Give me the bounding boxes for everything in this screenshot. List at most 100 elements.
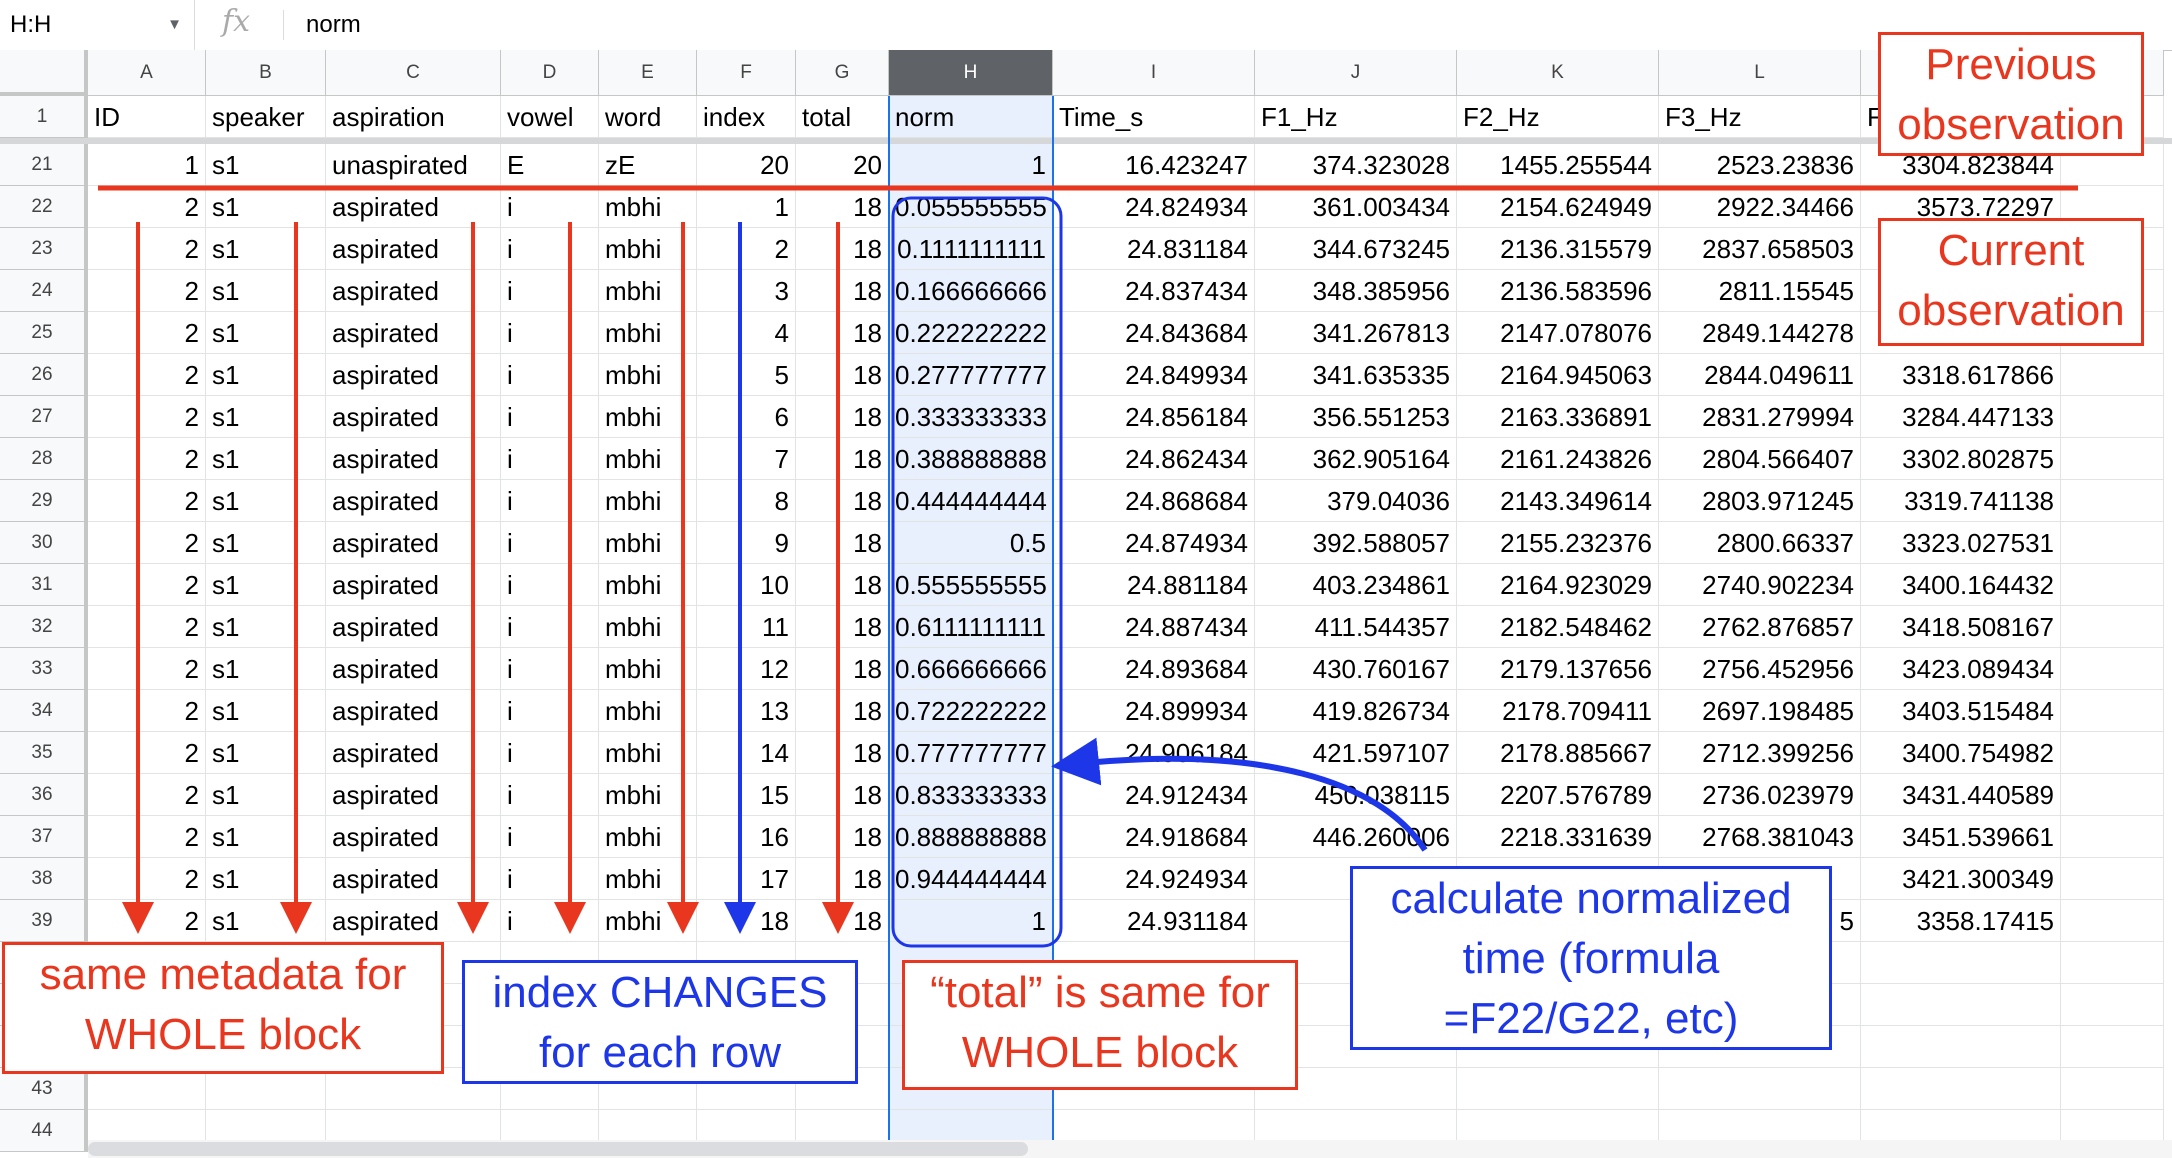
- table-cell[interactable]: 24.906184: [1053, 732, 1255, 774]
- table-cell[interactable]: s1: [206, 648, 326, 690]
- table-cell[interactable]: 16: [697, 816, 796, 858]
- table-cell[interactable]: 0.055555555: [889, 186, 1053, 228]
- table-cell[interactable]: mbhi: [599, 648, 697, 690]
- table-cell[interactable]: i: [501, 522, 599, 564]
- table-cell[interactable]: 2: [88, 816, 206, 858]
- table-cell[interactable]: [2061, 774, 2164, 816]
- table-cell[interactable]: 18: [796, 522, 889, 564]
- column-header-c[interactable]: C: [326, 50, 501, 96]
- table-cell[interactable]: i: [501, 774, 599, 816]
- table-cell[interactable]: 24.918684: [1053, 816, 1255, 858]
- table-cell[interactable]: 2136.583596: [1457, 270, 1659, 312]
- table-cell[interactable]: mbhi: [599, 438, 697, 480]
- table-cell[interactable]: 13: [697, 690, 796, 732]
- table-cell[interactable]: 15: [697, 774, 796, 816]
- table-cell[interactable]: mbhi: [599, 480, 697, 522]
- table-cell[interactable]: 362.905164: [1255, 438, 1457, 480]
- row-header[interactable]: 26: [0, 354, 88, 396]
- table-cell[interactable]: 1: [889, 900, 1053, 942]
- table-cell[interactable]: aspirated: [326, 354, 501, 396]
- column-title-cell[interactable]: F3_Hz: [1659, 96, 1861, 138]
- table-cell[interactable]: mbhi: [599, 606, 697, 648]
- table-cell[interactable]: [1861, 1068, 2061, 1110]
- table-cell[interactable]: s1: [206, 270, 326, 312]
- table-cell[interactable]: 2207.576789: [1457, 774, 1659, 816]
- table-cell[interactable]: 24.831184: [1053, 228, 1255, 270]
- column-title-cell[interactable]: F1_Hz: [1255, 96, 1457, 138]
- table-cell[interactable]: i: [501, 186, 599, 228]
- table-cell[interactable]: 0.333333333: [889, 396, 1053, 438]
- table-cell[interactable]: 2: [88, 648, 206, 690]
- table-cell[interactable]: aspirated: [326, 774, 501, 816]
- table-cell[interactable]: 4: [697, 312, 796, 354]
- table-cell[interactable]: 1: [697, 186, 796, 228]
- table-cell[interactable]: aspirated: [326, 690, 501, 732]
- table-cell[interactable]: E: [501, 144, 599, 186]
- table-cell[interactable]: 446.260006: [1255, 816, 1457, 858]
- table-cell[interactable]: 2: [88, 270, 206, 312]
- table-cell[interactable]: 2178.885667: [1457, 732, 1659, 774]
- table-cell[interactable]: [206, 1068, 326, 1110]
- table-cell[interactable]: 3451.539661: [1861, 816, 2061, 858]
- table-cell[interactable]: 2: [88, 732, 206, 774]
- table-cell[interactable]: 379.04036: [1255, 480, 1457, 522]
- column-header-k[interactable]: K: [1457, 50, 1659, 96]
- table-cell[interactable]: 344.673245: [1255, 228, 1457, 270]
- table-cell[interactable]: [2061, 480, 2164, 522]
- table-cell[interactable]: 24.856184: [1053, 396, 1255, 438]
- table-cell[interactable]: 2740.902234: [1659, 564, 1861, 606]
- table-cell[interactable]: 2803.971245: [1659, 480, 1861, 522]
- table-cell[interactable]: 3431.440589: [1861, 774, 2061, 816]
- table-cell[interactable]: aspirated: [326, 648, 501, 690]
- table-cell[interactable]: 6: [697, 396, 796, 438]
- table-cell[interactable]: 5: [697, 354, 796, 396]
- table-cell[interactable]: s1: [206, 732, 326, 774]
- table-cell[interactable]: 18: [796, 606, 889, 648]
- table-cell[interactable]: mbhi: [599, 186, 697, 228]
- table-cell[interactable]: [1861, 984, 2061, 1026]
- table-cell[interactable]: [1861, 942, 2061, 984]
- table-cell[interactable]: 2154.624949: [1457, 186, 1659, 228]
- table-cell[interactable]: mbhi: [599, 522, 697, 564]
- table-cell[interactable]: 341.635335: [1255, 354, 1457, 396]
- table-cell[interactable]: s1: [206, 564, 326, 606]
- table-cell[interactable]: i: [501, 690, 599, 732]
- table-cell[interactable]: 403.234861: [1255, 564, 1457, 606]
- table-cell[interactable]: 1455.255544: [1457, 144, 1659, 186]
- table-cell[interactable]: 18: [796, 186, 889, 228]
- table-cell[interactable]: aspirated: [326, 270, 501, 312]
- table-cell[interactable]: 2164.923029: [1457, 564, 1659, 606]
- table-cell[interactable]: 3418.508167: [1861, 606, 2061, 648]
- column-header-a[interactable]: A: [88, 50, 206, 96]
- table-cell[interactable]: [2061, 858, 2164, 900]
- table-cell[interactable]: 18: [796, 774, 889, 816]
- table-cell[interactable]: 3421.300349: [1861, 858, 2061, 900]
- table-cell[interactable]: 10: [697, 564, 796, 606]
- table-cell[interactable]: 3318.617866: [1861, 354, 2061, 396]
- table-cell[interactable]: 18: [796, 270, 889, 312]
- table-cell[interactable]: i: [501, 480, 599, 522]
- column-title-cell[interactable]: vowel: [501, 96, 599, 138]
- table-cell[interactable]: [2061, 690, 2164, 732]
- table-cell[interactable]: 18: [697, 900, 796, 942]
- row-header[interactable]: 36: [0, 774, 88, 816]
- table-cell[interactable]: [1659, 1068, 1861, 1110]
- row-header[interactable]: 21: [0, 144, 88, 186]
- table-cell[interactable]: 2849.144278: [1659, 312, 1861, 354]
- row-header[interactable]: 31: [0, 564, 88, 606]
- table-cell[interactable]: 17: [697, 858, 796, 900]
- table-cell[interactable]: [2061, 900, 2164, 942]
- table-cell[interactable]: i: [501, 900, 599, 942]
- table-cell[interactable]: aspirated: [326, 564, 501, 606]
- table-cell[interactable]: 18: [796, 228, 889, 270]
- table-cell[interactable]: [2061, 1026, 2164, 1068]
- table-cell[interactable]: 0.5: [889, 522, 1053, 564]
- table-cell[interactable]: 392.588057: [1255, 522, 1457, 564]
- row-header[interactable]: 43: [0, 1068, 88, 1110]
- table-cell[interactable]: [2061, 438, 2164, 480]
- column-title-cell[interactable]: Time_s: [1053, 96, 1255, 138]
- table-cell[interactable]: s1: [206, 690, 326, 732]
- table-cell[interactable]: 24.849934: [1053, 354, 1255, 396]
- table-cell[interactable]: 0.555555555: [889, 564, 1053, 606]
- table-cell[interactable]: 0.444444444: [889, 480, 1053, 522]
